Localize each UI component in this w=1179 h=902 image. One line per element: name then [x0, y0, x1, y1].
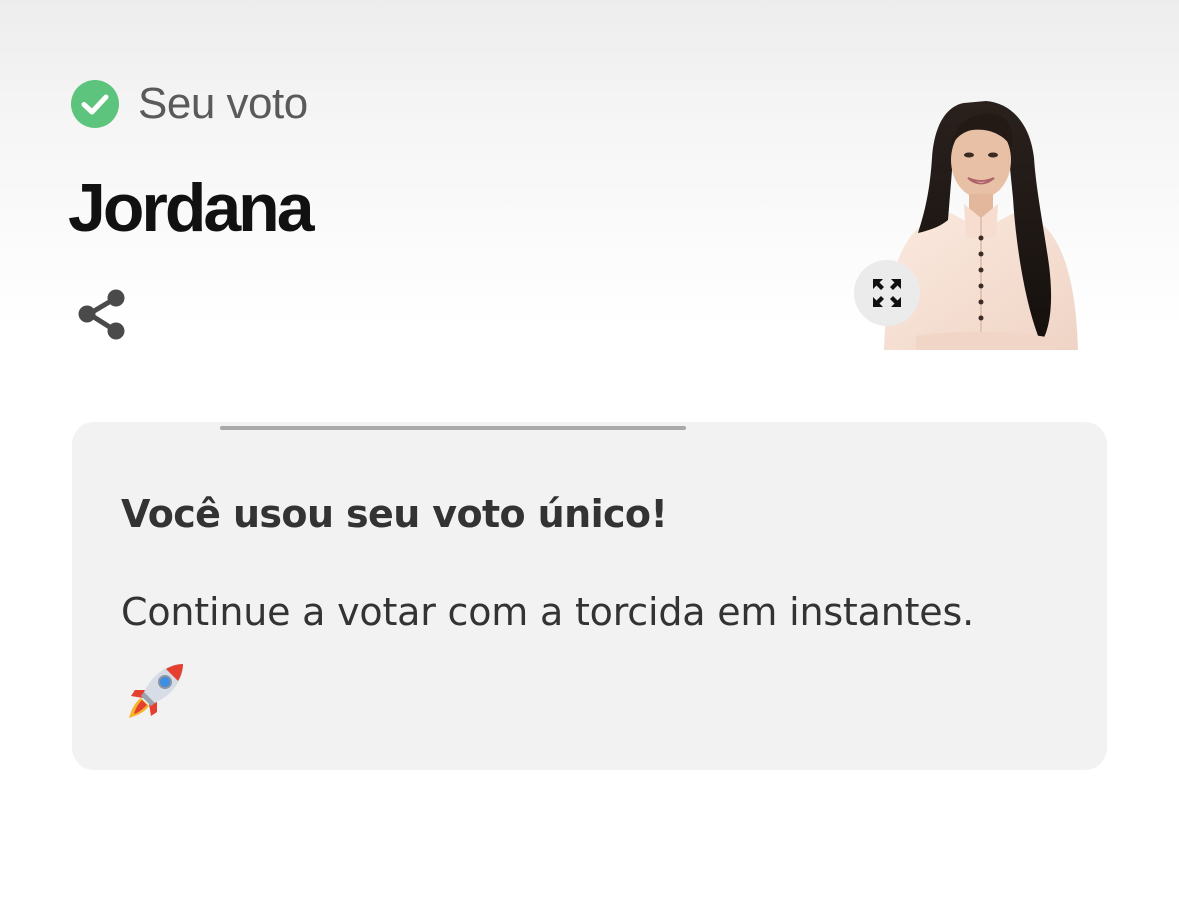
vote-status-label: Seu voto [138, 79, 308, 128]
rocket-icon [129, 664, 183, 718]
card-message: Continue a votar com a torcida em instan… [121, 570, 981, 740]
share-icon[interactable] [72, 284, 134, 346]
check-circle-icon [71, 80, 119, 128]
expand-photo-button[interactable] [854, 260, 920, 326]
vote-confirmation-card: Você usou seu voto único! Continue a vot… [72, 422, 1107, 770]
vote-status: Seu voto [71, 78, 308, 130]
drag-handle[interactable] [220, 426, 686, 430]
candidate-name: Jordana [68, 170, 315, 246]
expand-arrows-icon [873, 279, 901, 307]
card-title: Você usou seu voto único! [121, 492, 668, 536]
card-message-text: Continue a votar com a torcida em instan… [121, 590, 974, 634]
